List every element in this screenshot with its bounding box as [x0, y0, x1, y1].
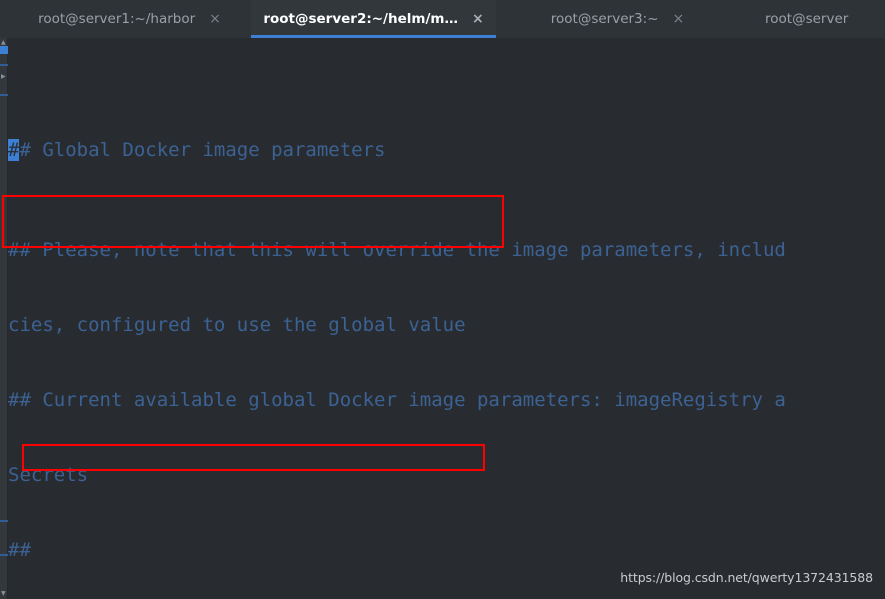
- close-icon[interactable]: ×: [472, 12, 484, 26]
- vertical-scrollbar[interactable]: ▲ ▶ ▼: [0, 38, 8, 599]
- scrollbar-mark: [0, 520, 8, 522]
- tab-label: root@server3:~: [550, 11, 659, 27]
- terminal-content: ▲ ▶ ▼ ## Global Docker image parameters …: [0, 38, 885, 599]
- scroll-marker-icon: ▶: [1, 73, 6, 80]
- tab-root-server1[interactable]: root@server1:~/harbor ×: [8, 0, 251, 38]
- scrollbar-mark: [0, 554, 8, 556]
- tab-label: root@server: [765, 11, 849, 27]
- scrollbar-mark: [0, 94, 8, 96]
- tab-label: root@server1:~/harbor: [38, 11, 196, 27]
- editor-line: ## Global Docker image parameters: [8, 138, 885, 163]
- tab-label: root@server2:~/helm/m…: [263, 11, 458, 27]
- tab-bar-left-padding: [0, 0, 8, 38]
- close-icon[interactable]: ×: [209, 12, 221, 26]
- tab-root-server3[interactable]: root@server3:~ ×: [496, 0, 739, 38]
- tab-root-server4[interactable]: root@server: [739, 0, 885, 38]
- tab-bar: root@server1:~/harbor × root@server2:~/h…: [0, 0, 885, 38]
- watermark-text: https://blog.csdn.net/qwerty1372431588: [620, 570, 873, 585]
- editor-line: ## Please, note that this will override …: [8, 239, 786, 261]
- editor-line: ##: [8, 539, 31, 561]
- scrollbar-mark: [0, 64, 8, 66]
- tab-root-server2[interactable]: root@server2:~/helm/m… ×: [251, 0, 496, 38]
- editor-line: cies, configured to use the global value: [8, 314, 466, 336]
- line-text: # Global Docker image parameters: [19, 139, 386, 161]
- scroll-down-arrow-icon[interactable]: ▼: [1, 591, 7, 597]
- close-icon[interactable]: ×: [673, 12, 685, 26]
- editor-line: Secrets: [8, 464, 89, 486]
- terminal-window: root@server1:~/harbor × root@server2:~/h…: [0, 0, 885, 599]
- scrollbar-thumb[interactable]: [0, 46, 8, 54]
- editor-line: ## Current available global Docker image…: [8, 389, 786, 411]
- text-cursor: #: [8, 139, 20, 161]
- editor-lines[interactable]: ## Global Docker image parameters ## Ple…: [8, 38, 885, 599]
